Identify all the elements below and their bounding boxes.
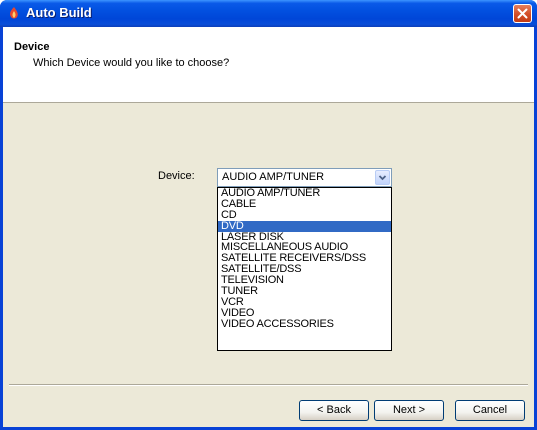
title-bar[interactable]: Auto Build (0, 0, 537, 27)
device-option[interactable]: SATELLITE RECEIVERS/DSS (218, 253, 391, 264)
window-title: Auto Build (26, 5, 92, 20)
device-select[interactable]: AUDIO AMP/TUNER (217, 168, 392, 187)
header-title: Device (14, 41, 50, 53)
wizard-header: Device Which Device would you like to ch… (3, 27, 534, 103)
close-icon (517, 8, 528, 19)
cancel-button[interactable]: Cancel (455, 400, 525, 421)
dialog-window: Auto Build Device Which Device would you… (0, 0, 537, 430)
header-subtitle: Which Device would you like to choose? (33, 57, 230, 69)
device-dropdown-list[interactable]: AUDIO AMP/TUNER CABLE CD DVD LASER DISK MISCE… (217, 187, 392, 351)
device-option[interactable]: TELEVISION (218, 275, 391, 286)
back-button[interactable]: < Back (299, 400, 369, 421)
device-option[interactable]: VCR (218, 297, 391, 308)
app-icon (10, 7, 18, 19)
dropdown-button[interactable] (375, 170, 390, 185)
device-option[interactable]: TUNER (218, 286, 391, 297)
device-option[interactable]: SATELLITE/DSS (218, 264, 391, 275)
chevron-down-icon (378, 175, 387, 181)
next-button[interactable]: Next > (374, 400, 444, 421)
device-option[interactable]: VIDEO ACCESSORIES (218, 319, 391, 330)
device-option[interactable]: MISCELLANEOUS AUDIO (218, 242, 391, 253)
device-option[interactable]: CD (218, 210, 391, 221)
device-select-value: AUDIO AMP/TUNER (222, 171, 325, 183)
device-option[interactable]: DVD (218, 220, 391, 232)
dialog-body: Device Which Device would you like to ch… (3, 27, 534, 427)
device-option[interactable]: AUDIO AMP/TUNER (218, 188, 391, 199)
close-button[interactable] (513, 4, 532, 23)
device-option[interactable]: CABLE (218, 199, 391, 210)
footer-divider-highlight (9, 385, 528, 386)
device-option[interactable]: LASER DISK (218, 232, 391, 243)
device-option[interactable]: VIDEO (218, 308, 391, 319)
device-label: Device: (158, 170, 195, 182)
